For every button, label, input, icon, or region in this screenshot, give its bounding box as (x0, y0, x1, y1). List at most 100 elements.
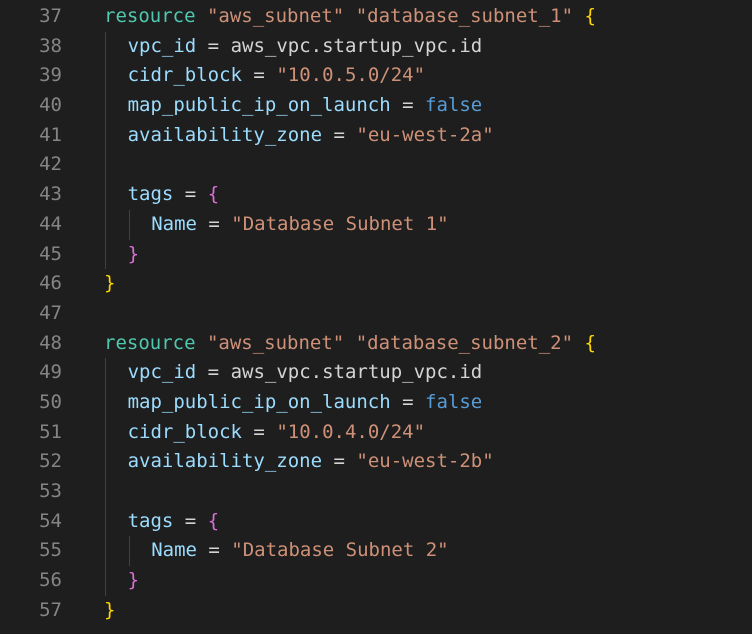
code-token: = (196, 212, 232, 235)
code-text: Name = "Database Subnet 1" (151, 210, 448, 240)
code-token: tags (127, 183, 174, 206)
code-token: resource (104, 331, 196, 354)
code-token: resource (104, 5, 196, 27)
code-line[interactable]: 53 (0, 477, 752, 507)
code-token: = (390, 390, 426, 413)
code-line[interactable]: 51 cidr_block = "10.0.4.0/24" (0, 417, 752, 448)
code-token: aws_vpc.startup_vpc.id (230, 34, 483, 57)
code-text: resource "aws_subnet" "database_subnet_2… (104, 329, 596, 359)
line-number: 43 (39, 183, 62, 206)
indent-guide (128, 536, 130, 567)
code-line[interactable]: 48 resource "aws_subnet" "database_subnet… (0, 329, 752, 359)
code-text: tags = { (128, 180, 220, 210)
code-token: "aws_subnet" (206, 331, 345, 354)
code-text: cidr_block = "10.0.4.0/24" (128, 418, 425, 448)
code-token: "eu-west-2b" (356, 450, 494, 473)
code-token: { (584, 331, 596, 354)
indent-guide (105, 447, 106, 477)
code-token: } (104, 272, 116, 295)
indent-guide (105, 61, 106, 92)
code-token: } (104, 598, 116, 621)
indent-guide (105, 358, 106, 388)
indent-guide (105, 536, 106, 567)
indent-guide (105, 120, 106, 151)
code-token: { (207, 509, 220, 532)
code-line[interactable]: 50 map_public_ip_on_launch = false (0, 387, 752, 418)
code-token: aws_vpc.startup_vpc.id (230, 361, 483, 384)
code-line[interactable]: 54 tags = { (0, 506, 752, 537)
indent-guide (105, 387, 106, 418)
line-number: 38 (39, 34, 62, 57)
code-line[interactable]: 40 map_public_ip_on_launch = false (0, 91, 752, 121)
code-line[interactable]: 55 Name = "Database Subnet 2" (0, 536, 752, 567)
line-number: 45 (39, 242, 62, 265)
code-text: availability_zone = "eu-west-2a" (128, 121, 494, 151)
code-text: vpc_id = aws_vpc.startup_vpc.id (128, 358, 483, 388)
code-token: cidr_block (127, 64, 242, 87)
code-editor[interactable]: 37 resource "aws_subnet" "database_subnet… (0, 0, 752, 634)
code-line[interactable]: 43 tags = { (0, 180, 752, 210)
indent-guide (105, 31, 106, 62)
line-number: 47 (39, 301, 62, 324)
line-number: 40 (39, 94, 62, 117)
code-token: tags (127, 509, 174, 532)
code-token: "Database Subnet 2" (231, 539, 449, 562)
code-token: } (127, 242, 140, 265)
line-number: 46 (39, 272, 62, 295)
code-token: "eu-west-2a" (356, 123, 494, 146)
line-number: 57 (39, 598, 62, 621)
code-line[interactable]: 46} (0, 269, 752, 299)
line-number: 54 (39, 509, 62, 532)
code-token: false (425, 94, 483, 117)
indent-guide (105, 477, 106, 507)
line-number: 51 (39, 420, 62, 443)
code-token: "database_subnet_2" (355, 331, 574, 354)
code-token: = (322, 123, 357, 146)
code-token: = (173, 183, 208, 206)
code-token: map_public_ip_on_launch (127, 390, 391, 413)
code-text: tags = { (128, 507, 220, 537)
indent-guide (105, 209, 106, 240)
indent-guide (105, 506, 106, 537)
code-line[interactable]: 37 resource "aws_subnet" "database_subnet… (0, 2, 752, 32)
code-line[interactable]: 47 (0, 299, 752, 329)
code-line[interactable]: 39 cidr_block = "10.0.5.0/24" (0, 61, 752, 92)
line-number: 52 (39, 450, 62, 473)
code-line[interactable]: 38 vpc_id = aws_vpc.startup_vpc.id (0, 31, 752, 62)
code-line[interactable]: 44 Name = "Database Subnet 1" (0, 209, 752, 240)
line-number: 55 (39, 539, 62, 562)
line-number: 50 (39, 390, 62, 413)
code-line[interactable]: 49 vpc_id = aws_vpc.startup_vpc.id (0, 358, 752, 388)
code-token: = (196, 539, 232, 562)
code-line[interactable]: 45} (0, 239, 752, 270)
code-token: = (173, 509, 208, 532)
indent-guide (105, 150, 106, 181)
indent-guide (105, 91, 106, 121)
code-line[interactable]: 41 availability_zone = "eu-west-2a" (0, 120, 752, 151)
code-token: = (196, 361, 231, 384)
code-line[interactable]: 52 availability_zone = "eu-west-2b" (0, 447, 752, 477)
line-number: 39 (39, 64, 62, 87)
code-token: = (241, 420, 277, 443)
line-number: 42 (39, 153, 62, 176)
code-text: Name = "Database Subnet 2" (151, 536, 448, 566)
code-line[interactable]: 57} (0, 596, 752, 626)
code-line[interactable]: 42 (0, 150, 752, 181)
code-token: "database_subnet_1" (355, 5, 574, 27)
line-number: 49 (39, 361, 62, 384)
line-number: 37 (39, 5, 62, 27)
code-line[interactable]: 56} (0, 566, 752, 596)
code-token: { (584, 5, 596, 27)
code-token: availability_zone (127, 123, 323, 146)
code-text: cidr_block = "10.0.5.0/24" (128, 61, 425, 91)
code-token: { (207, 183, 220, 206)
code-text: } (128, 566, 139, 596)
code-token: availability_zone (127, 450, 323, 473)
line-number: 41 (39, 123, 62, 146)
code-text: } (104, 269, 115, 299)
code-token: "10.0.5.0/24" (276, 64, 426, 87)
